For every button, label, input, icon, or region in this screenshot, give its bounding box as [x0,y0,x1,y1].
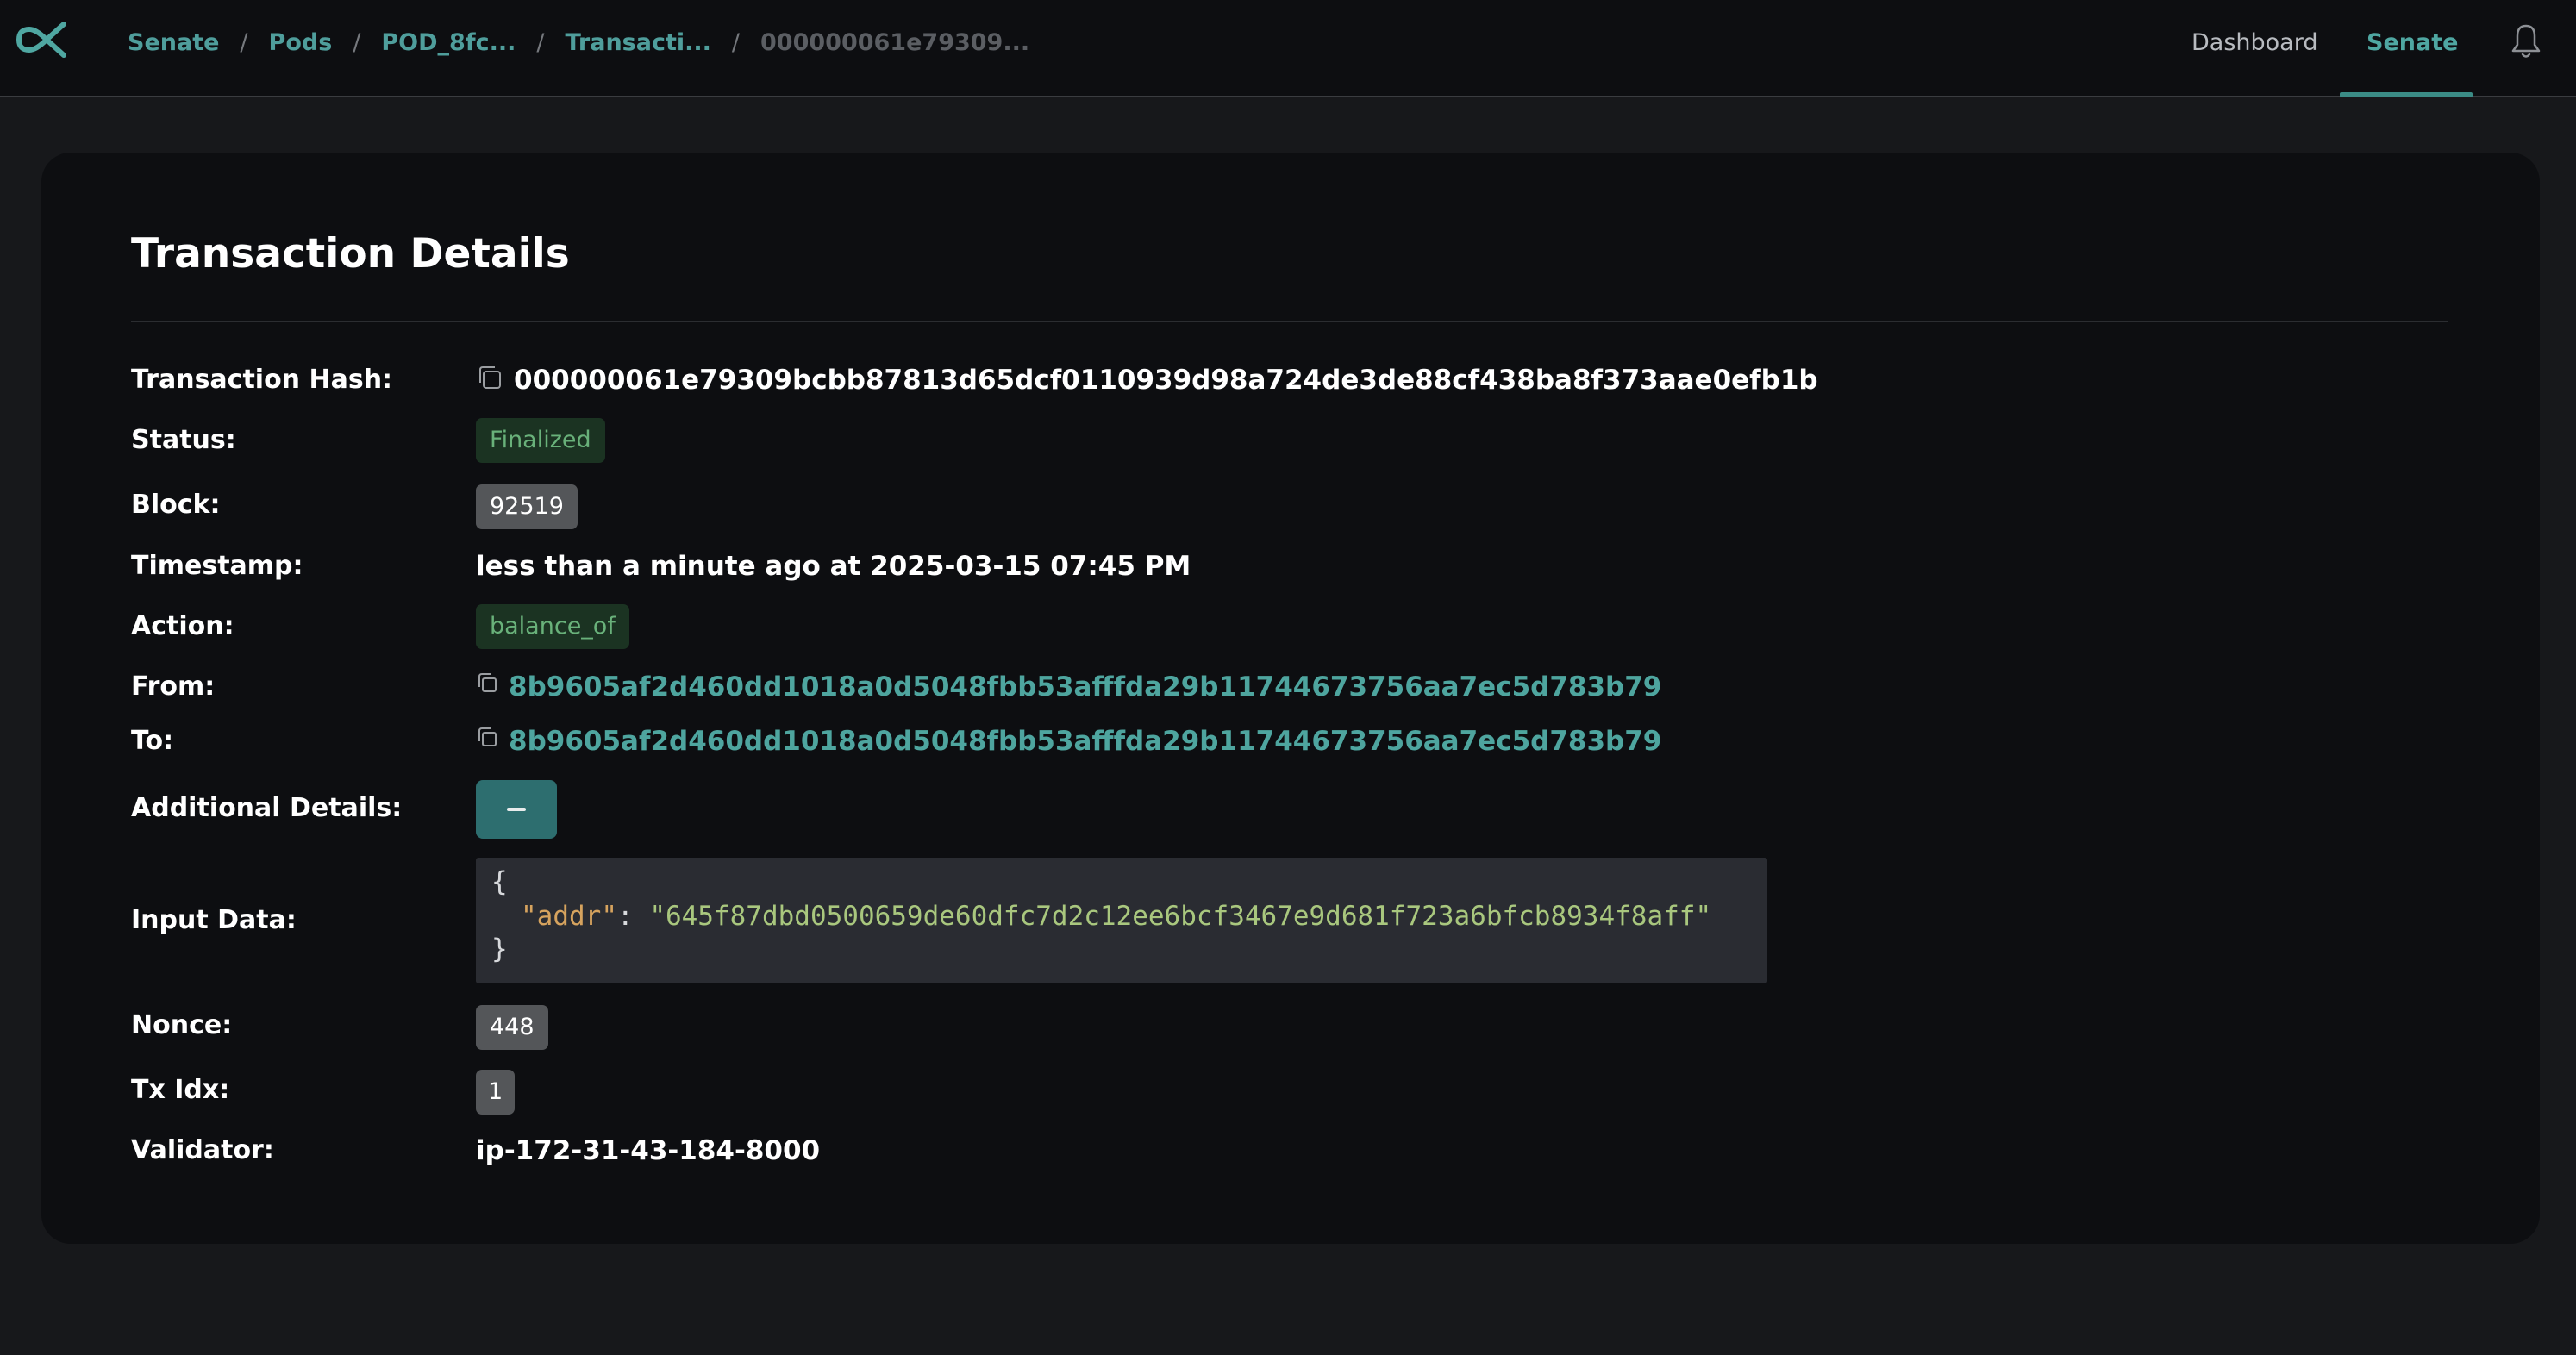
block-number-badge: 92519 [476,484,578,529]
timestamp-label: Timestamp: [131,551,303,581]
nonce-label: Nonce: [131,1010,233,1040]
action-label: Action: [131,611,234,641]
breadcrumb-pod[interactable]: POD_8fc... [381,29,516,56]
input-key: "addr" [521,901,617,932]
from-address-link[interactable]: 8b9605af2d460dd1018a0d5048fbb53afffda29b… [509,671,1661,702]
to-address-link[interactable]: 8b9605af2d460dd1018a0d5048fbb53afffda29b… [509,726,1661,757]
code-close-brace: } [491,934,508,965]
breadcrumb-separator: / [353,28,361,56]
breadcrumb-separator: / [536,28,545,56]
transaction-hash-label: Transaction Hash: [131,365,393,395]
breadcrumb-senate[interactable]: Senate [128,29,219,56]
nonce-badge: 448 [476,1005,548,1050]
breadcrumb-current-transaction: 000000061e79309... [760,28,1030,56]
status-label: Status: [131,425,236,455]
breadcrumb-transactions[interactable]: Transacti... [565,29,710,56]
block-row: 92519 [476,484,578,529]
nav-dashboard-link[interactable]: Dashboard [2191,0,2317,84]
to-row: 8b9605af2d460dd1018a0d5048fbb53afffda29b… [476,724,1661,759]
from-label: From: [131,671,216,702]
validator-value: ip-172-31-43-184-8000 [476,1135,821,1166]
breadcrumb-separator: / [240,28,248,56]
copy-icon[interactable] [476,364,503,391]
additional-details-label: Additional Details: [131,793,403,823]
minus-icon [507,808,526,811]
input-data-label: Input Data: [131,905,297,935]
breadcrumb-separator: / [731,28,741,56]
input-value: "645f87dbd0500659de60dfc7d2c12ee6bcf3467… [649,901,1712,932]
breadcrumb: Senate / Pods / POD_8fc... / Transacti..… [128,0,1029,84]
block-label: Block: [131,490,221,520]
input-colon: : [616,901,650,932]
title-divider [131,321,2448,322]
tx-idx-badge: 1 [476,1070,516,1115]
timestamp-value: less than a minute ago at 2025-03-15 07:… [476,551,1191,582]
from-row: 8b9605af2d460dd1018a0d5048fbb53afffda29b… [476,670,1661,704]
transaction-hash-value: 000000061e79309bcbb87813d65dcf0110939d98… [514,365,1818,396]
copy-icon[interactable] [476,671,498,694]
code-key-value-line: "addr": "645f87dbd0500659de60dfc7d2c12ee… [521,901,1711,932]
active-tab-indicator [2340,92,2473,97]
page-title: Transaction Details [131,230,570,278]
nav-senate-link[interactable]: Senate [2367,0,2458,84]
tx-idx-row: 1 [476,1070,516,1115]
nonce-row: 448 [476,1005,548,1050]
copy-icon[interactable] [476,726,498,748]
alpha-logo-icon[interactable] [12,17,81,62]
action-row: balance_of [476,604,629,649]
to-label: To: [131,726,174,756]
breadcrumb-pods[interactable]: Pods [269,29,333,56]
bell-icon[interactable] [2509,22,2543,60]
validator-label: Validator: [131,1135,274,1165]
status-badge: Finalized [476,418,605,463]
collapse-details-button[interactable] [476,780,557,839]
tx-idx-label: Tx Idx: [131,1075,230,1105]
top-navigation-bar: Senate / Pods / POD_8fc... / Transacti..… [0,0,2576,97]
transaction-hash-row: 000000061e79309bcbb87813d65dcf0110939d98… [476,363,1818,397]
action-badge: balance_of [476,604,629,649]
code-open-brace: { [491,866,508,897]
input-data-code-block: { "addr": "645f87dbd0500659de60dfc7d2c12… [476,858,1767,983]
transaction-details-card: Transaction Details Transaction Hash: 00… [41,153,2540,1244]
status-row: Finalized [476,418,605,463]
